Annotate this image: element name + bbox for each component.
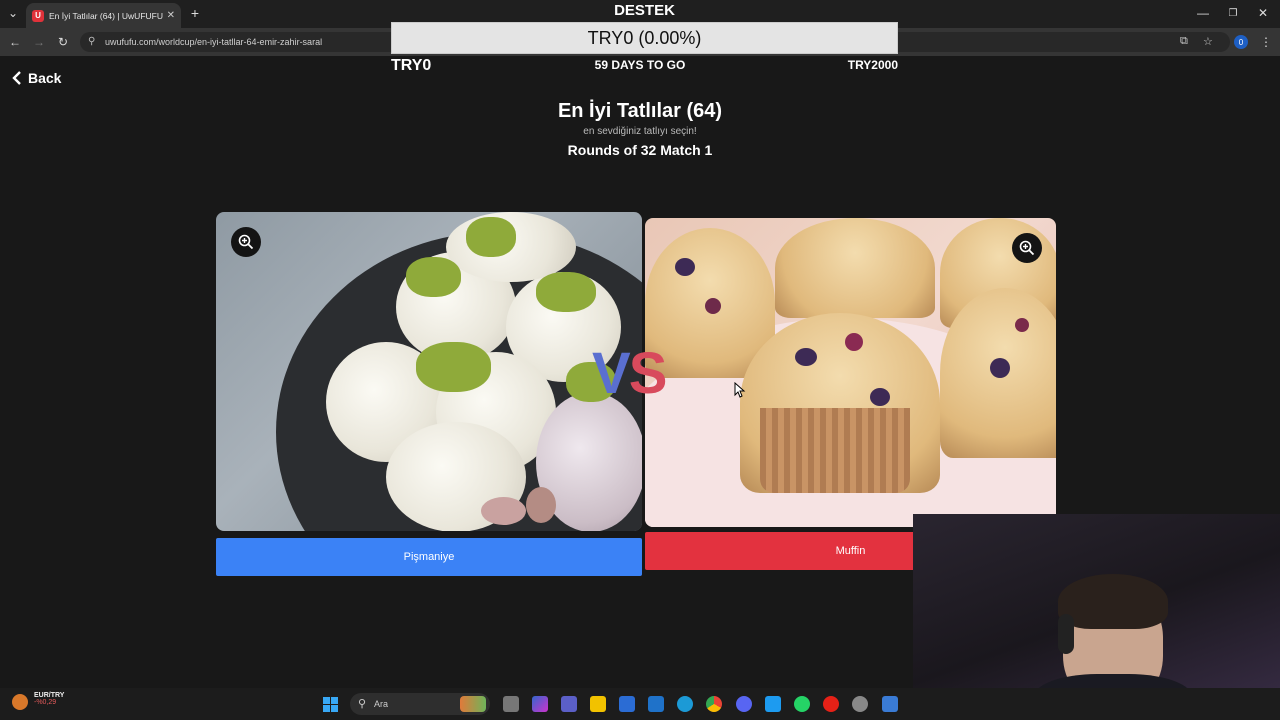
start-icon[interactable]	[323, 697, 338, 712]
hair-shape	[1058, 574, 1168, 629]
vs-s: S	[628, 341, 668, 406]
donation-progress-bar: TRY0 (0.00%)	[391, 22, 898, 54]
berry-shape	[675, 258, 695, 276]
profile-avatar[interactable]: 0	[1234, 35, 1248, 49]
pistachio-shape	[466, 217, 516, 257]
reload-icon[interactable]: ↻	[56, 35, 70, 49]
back-button[interactable]: Back	[12, 70, 61, 86]
berry-shape	[705, 298, 721, 314]
right-candidate-label: Muffin	[835, 545, 866, 557]
whatsapp-icon[interactable]	[794, 696, 810, 712]
search-placeholder: Ara	[374, 699, 389, 709]
settings-icon[interactable]	[852, 696, 868, 712]
choose-left-button[interactable]: Pişmaniye	[216, 538, 642, 576]
site-info-icon[interactable]: ⚲	[88, 36, 95, 47]
file-explorer-icon[interactable]	[590, 696, 606, 712]
berry-shape	[845, 333, 863, 351]
chrome-icon[interactable]	[706, 696, 722, 712]
donation-current: TRY0	[391, 57, 432, 74]
headphone-icon	[1058, 614, 1074, 654]
back-arrow-icon[interactable]: ←	[8, 35, 22, 49]
search-icon: ⚲	[358, 698, 367, 710]
maximize-icon[interactable]: ❐	[1226, 6, 1240, 20]
teams-icon[interactable]	[561, 696, 577, 712]
muffin-shape	[775, 218, 935, 318]
tab-title: En İyi Tatlılar (64) | UwUFUFU	[49, 10, 163, 21]
close-window-icon[interactable]: ✕	[1256, 6, 1270, 20]
taskbar-search[interactable]: ⚲ Ara	[350, 693, 490, 715]
page-subtitle: en sevdiğiniz tatlıyı seçin!	[583, 126, 697, 137]
chevron-left-icon	[12, 71, 21, 85]
vs-v: V	[592, 341, 631, 406]
left-candidate-image[interactable]	[216, 212, 642, 531]
ticker-title: EUR/TRY	[34, 692, 65, 699]
edge-icon[interactable]	[677, 696, 693, 712]
page-title: En İyi Tatlılar (64)	[557, 100, 723, 122]
forward-arrow-icon[interactable]: →	[32, 35, 46, 49]
berry-shape	[870, 388, 890, 406]
back-label: Back	[28, 70, 62, 86]
new-tab-icon[interactable]: +	[188, 5, 202, 21]
berry-shape	[1015, 318, 1029, 332]
pistachio-shape	[416, 342, 491, 392]
donation-countdown: 59 DAYS TO GO	[594, 58, 686, 72]
vs-label: VS	[592, 340, 668, 407]
store-icon[interactable]	[619, 696, 635, 712]
donation-title: DESTEK	[614, 2, 675, 19]
twitter-icon[interactable]	[765, 696, 781, 712]
right-candidate-image[interactable]	[645, 218, 1056, 527]
youtube-icon[interactable]	[823, 696, 839, 712]
muffin-liner-shape	[760, 408, 910, 493]
nut-shape	[481, 497, 526, 525]
favicon-icon: U	[32, 9, 44, 22]
task-view-icon[interactable]	[503, 696, 519, 712]
berry-shape	[990, 358, 1010, 378]
pistachio-shape	[536, 272, 596, 312]
donation-progress-text: TRY0 (0.00%)	[587, 27, 702, 48]
berry-shape	[795, 348, 817, 366]
copilot-icon[interactable]	[532, 696, 548, 712]
browser-tab[interactable]: U En İyi Tatlılar (64) | UwUFUFU ✕	[26, 3, 181, 28]
discord-icon[interactable]	[736, 696, 752, 712]
round-indicator: Rounds of 32 Match 1	[567, 142, 713, 158]
donation-goal: TRY2000	[847, 58, 898, 72]
search-highlight-icon	[460, 696, 486, 712]
tab-search-icon[interactable]: ⌄	[6, 6, 20, 20]
url-text: uwufufu.com/worldcup/en-iyi-tatllar-64-e…	[105, 37, 323, 47]
mouse-cursor-icon	[734, 382, 746, 398]
zoom-in-icon[interactable]	[231, 227, 261, 257]
nut-shape	[526, 487, 556, 523]
windows-taskbar	[0, 688, 1280, 720]
mail-icon[interactable]	[648, 696, 664, 712]
pistachio-shape	[406, 257, 461, 297]
ticker-widget[interactable]: EUR/TRY -%0,29	[10, 692, 65, 710]
translate-icon[interactable]: ⧉	[1180, 35, 1188, 48]
app-icon[interactable]	[882, 696, 898, 712]
currency-icon	[12, 694, 28, 710]
bookmark-star-icon[interactable]: ☆	[1203, 35, 1213, 48]
left-candidate-label: Pişmaniye	[403, 551, 455, 563]
ticker-change: -%0,29	[34, 699, 57, 706]
close-tab-icon[interactable]: ✕	[167, 10, 175, 21]
menu-kebab-icon[interactable]: ⋮	[1260, 35, 1272, 49]
zoom-in-icon[interactable]	[1012, 233, 1042, 263]
minimize-icon[interactable]: —	[1196, 6, 1210, 20]
